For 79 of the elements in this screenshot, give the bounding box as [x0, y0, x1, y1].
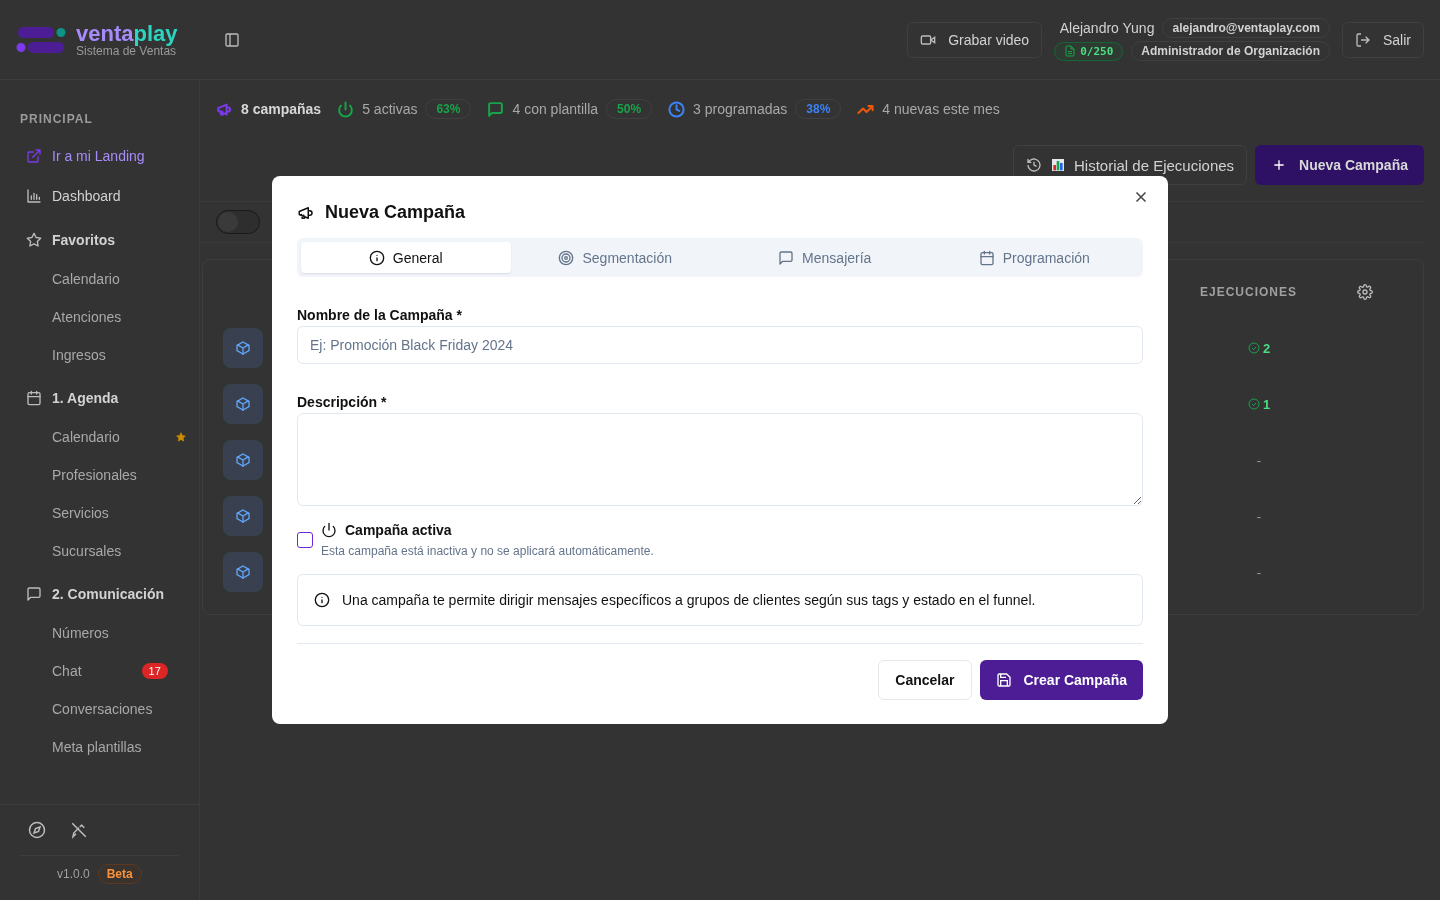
sidebar-item[interactable]: Ingresos — [16, 336, 187, 374]
chat-bubble-icon — [26, 586, 42, 602]
box-icon — [223, 440, 263, 480]
execution-count: 2 — [1262, 340, 1271, 356]
box-icon — [223, 328, 263, 368]
create-campaign-button[interactable]: Crear Campaña — [979, 660, 1143, 700]
tab[interactable]: General — [301, 242, 511, 273]
quota-count: 0/250 — [1080, 44, 1114, 58]
external-link-icon — [26, 148, 42, 164]
dialog-title: Nueva Campaña — [325, 202, 466, 223]
save-icon — [995, 672, 1012, 688]
sidebar-item[interactable]: Meta plantillas — [16, 728, 187, 766]
sidebar-item[interactable]: Atenciones — [16, 298, 187, 336]
toggle-switch[interactable] — [216, 210, 260, 234]
tab[interactable]: Segmentación — [510, 242, 720, 273]
beta-tag: Beta — [97, 864, 142, 884]
pen-off-icon[interactable] — [70, 821, 88, 839]
new-campaign-button[interactable]: Nueva Campaña — [1255, 145, 1424, 185]
bar-chart-icon — [26, 188, 42, 204]
sidebar-group[interactable]: 2. Comunicación — [16, 574, 187, 614]
sidebar-item[interactable]: Conversaciones — [16, 690, 187, 728]
description-field[interactable] — [297, 412, 1143, 506]
history-icon — [1026, 157, 1042, 173]
stat-label: 8 campañas — [241, 101, 322, 117]
sidebar-group[interactable]: Favoritos — [16, 220, 187, 260]
info-icon — [314, 591, 330, 608]
stat-label: 4 nuevas este mes — [882, 101, 1000, 117]
chat-bubble-icon — [778, 249, 795, 266]
sidebar-item[interactable]: Calendario — [16, 418, 187, 456]
sidebar-item[interactable]: Números — [16, 614, 187, 652]
field-label: Nombre de la Campaña * — [297, 307, 463, 323]
sidebar-link[interactable]: Ir a mi Landing — [16, 136, 187, 176]
sidebar-link[interactable]: Dashboard — [16, 176, 187, 216]
campaign-name-field[interactable]: Ej: Promoción Black Friday 2024 — [297, 326, 1143, 364]
bar-chart-icon — [1050, 157, 1066, 173]
logout-icon — [1355, 31, 1371, 48]
field-label: Descripción * — [297, 393, 388, 410]
logo-icon — [16, 24, 66, 55]
brand-name: ventaplay — [76, 22, 178, 45]
info-text: Una campaña te permite dirigir mensajes específicos a grupos de clientes según sus tags y estado en el funnel. — [342, 591, 1036, 608]
checkbox[interactable] — [297, 531, 313, 548]
box-icon — [223, 384, 263, 424]
sidebar-toggle-icon[interactable] — [224, 31, 240, 48]
calendar-icon — [978, 249, 995, 266]
power-icon — [321, 521, 337, 538]
logout-button[interactable]: Salir — [1342, 21, 1424, 58]
record-video-button[interactable]: Grabar video — [907, 21, 1043, 58]
box-icon — [223, 496, 263, 536]
compass-icon[interactable] — [28, 821, 46, 839]
stat-label: 5 activas — [362, 101, 418, 117]
execution-count: 1 — [1262, 396, 1271, 412]
sidebar-group[interactable]: 1. Agenda — [16, 378, 187, 418]
sidebar-item[interactable]: Sucursales — [16, 532, 187, 570]
stat-label: 3 programadas — [693, 101, 788, 117]
stat-label: 4 con plantilla — [512, 101, 599, 117]
execution-count: - — [1256, 564, 1262, 580]
user-name: Alejandro Yung — [1059, 20, 1155, 36]
target-icon — [558, 249, 575, 266]
column-header: EJECUCIONES — [1199, 285, 1297, 299]
unread-count: 17 — [141, 663, 168, 679]
star-icon — [26, 232, 42, 248]
tab[interactable]: Programación — [929, 242, 1139, 273]
sidebar-item[interactable]: Profesionales — [16, 456, 187, 494]
execution-count: - — [1256, 452, 1262, 468]
sidebar-item[interactable]: Calendario — [16, 260, 187, 298]
document-icon — [1064, 45, 1077, 57]
version-label: v1.0.0 — [57, 867, 90, 881]
cancel-button[interactable]: Cancelar — [878, 660, 972, 700]
checkbox-hint: Esta campaña está inactiva y no se aplicará automáticamente. — [321, 543, 654, 558]
section-title: PRINCIPAL — [19, 112, 94, 128]
sidebar-item[interactable]: Servicios — [16, 494, 187, 532]
calendar-icon — [26, 390, 42, 406]
checkbox-label: Campaña activa — [345, 521, 452, 538]
sidebar-item[interactable]: Chat 17 — [16, 652, 187, 690]
tab[interactable]: Mensajería — [720, 242, 930, 273]
execution-count: - — [1256, 508, 1262, 524]
info-icon — [368, 249, 385, 266]
settings-icon[interactable] — [1357, 284, 1373, 300]
box-icon — [223, 552, 263, 592]
